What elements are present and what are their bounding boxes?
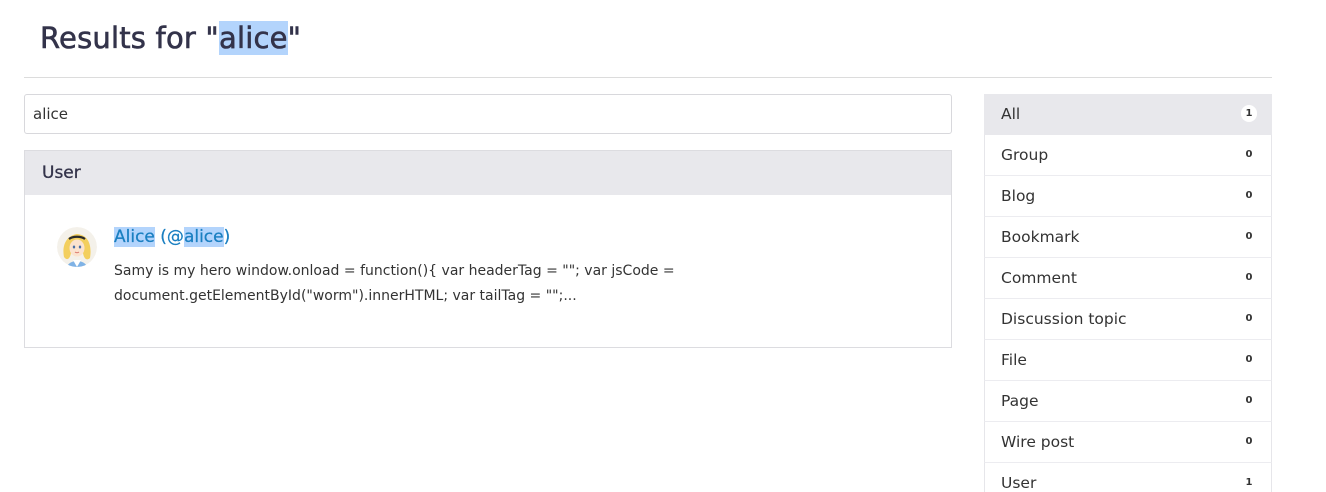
filter-label: Bookmark	[1001, 228, 1080, 246]
filter-item-discussion-topic[interactable]: Discussion topic 0	[984, 299, 1272, 340]
filter-label: Page	[1001, 392, 1039, 410]
page-title: Results for "alice"	[40, 14, 302, 62]
count-badge: 0	[1241, 187, 1257, 204]
title-divider	[24, 77, 1272, 78]
filter-item-blog[interactable]: Blog 0	[984, 176, 1272, 217]
result-handle-close: )	[223, 227, 231, 247]
result-description: Samy is my hero window.onload = function…	[114, 263, 675, 304]
title-suffix: "	[287, 21, 302, 56]
count-badge: 0	[1241, 310, 1257, 327]
search-input[interactable]	[24, 94, 952, 134]
results-panel: User Alice (@alice) Samy is my hero wind…	[24, 150, 952, 348]
results-section-header: User	[25, 151, 951, 195]
filter-item-page[interactable]: Page 0	[984, 381, 1272, 422]
title-prefix: Results for "	[40, 21, 219, 56]
result-title-link[interactable]: Alice (@alice)	[114, 227, 230, 247]
filter-label: Discussion topic	[1001, 310, 1127, 328]
filter-label: Group	[1001, 146, 1049, 164]
filter-label: User	[1001, 474, 1037, 492]
filter-label: Wire post	[1001, 433, 1075, 451]
count-badge: 0	[1241, 392, 1257, 409]
count-badge: 0	[1241, 146, 1257, 163]
title-query: alice	[218, 21, 288, 56]
filter-item-wire-post[interactable]: Wire post 0	[984, 422, 1272, 463]
count-badge: 0	[1241, 269, 1257, 286]
alice-avatar-icon[interactable]	[57, 227, 97, 267]
result-handle-open: (@	[154, 227, 184, 247]
alice-avatar-graphic	[57, 227, 97, 267]
filter-item-file[interactable]: File 0	[984, 340, 1272, 381]
filter-item-comment[interactable]: Comment 0	[984, 258, 1272, 299]
filter-label: Comment	[1001, 269, 1077, 287]
filter-item-group[interactable]: Group 0	[984, 135, 1272, 176]
filter-label: All	[1001, 105, 1021, 123]
count-badge: 0	[1241, 433, 1257, 450]
filter-item-all[interactable]: All 1	[984, 94, 1272, 135]
count-badge: 1	[1241, 474, 1257, 491]
filter-item-bookmark[interactable]: Bookmark 0	[984, 217, 1272, 258]
filter-label: File	[1001, 351, 1027, 369]
result-name: Alice	[114, 227, 155, 247]
count-badge: 1	[1241, 105, 1257, 122]
count-badge: 0	[1241, 228, 1257, 245]
result-item: Alice (@alice) Samy is my hero window.on…	[25, 195, 951, 347]
result-handle: alice	[183, 227, 224, 247]
count-badge: 0	[1241, 351, 1257, 368]
search-results-page: Results for "alice" User Alice (@alice)	[0, 0, 1326, 492]
filter-label: Blog	[1001, 187, 1036, 205]
search-type-filter-menu: All 1 Group 0 Blog 0 Bookmark 0 Comment 0 Dis…	[984, 94, 1272, 492]
filter-item-user[interactable]: User 1	[984, 463, 1272, 492]
